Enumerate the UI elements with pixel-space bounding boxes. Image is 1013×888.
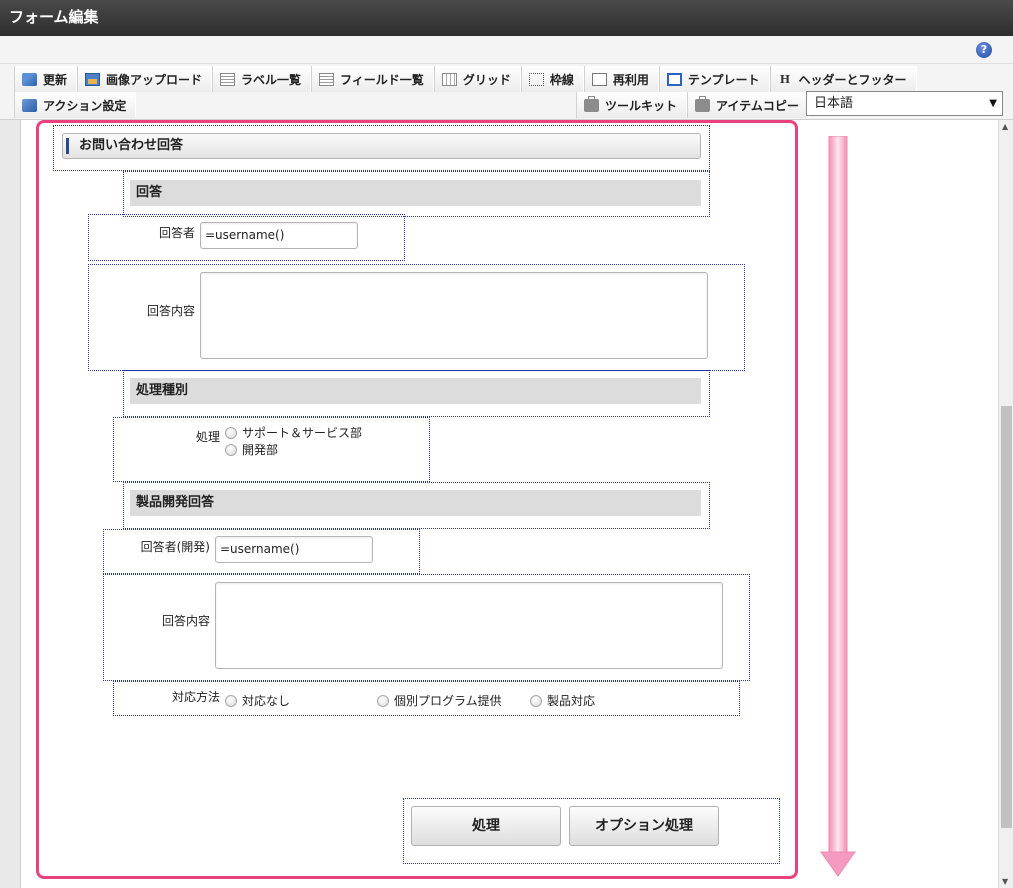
reuse-icon: [591, 72, 607, 86]
label-list-button[interactable]: ラベル一覧: [212, 66, 312, 92]
toolbar-row-2: アクション設定: [14, 92, 137, 118]
header-footer-icon: H: [779, 72, 791, 86]
scroll-up-icon[interactable]: ▲: [1002, 122, 1008, 131]
vertical-scrollbar[interactable]: ▲ ▼: [998, 120, 1013, 888]
toolbar: 更新 画像アップロード ラベル一覧 フィールド一覧 グリッド 枠線 再利用 テン…: [0, 64, 1013, 120]
label-list-icon: [220, 72, 236, 86]
update-button[interactable]: 更新: [14, 66, 78, 92]
help-icon[interactable]: ?: [976, 42, 992, 58]
header-footer-button[interactable]: H ヘッダーとフッター: [769, 66, 917, 92]
toolbar-row-1: 更新 画像アップロード ラベル一覧 フィールド一覧 グリッド 枠線 再利用 テン…: [14, 66, 917, 92]
template-button[interactable]: テンプレート: [658, 66, 770, 92]
down-arrow-icon: [820, 136, 856, 877]
item-copy-button[interactable]: アイテムコピー: [687, 92, 809, 118]
update-icon: [22, 72, 37, 86]
reuse-button[interactable]: 再利用: [583, 66, 659, 92]
image-upload-icon: [85, 72, 101, 86]
field-list-icon: [319, 72, 335, 86]
border-button[interactable]: 枠線: [520, 66, 584, 92]
toolkit-icon: [584, 95, 599, 112]
help-bar: ?: [0, 36, 1013, 64]
image-upload-button[interactable]: 画像アップロード: [77, 66, 213, 92]
action-settings-button[interactable]: アクション設定: [14, 92, 137, 118]
template-icon: [666, 72, 682, 86]
grid-button[interactable]: グリッド: [433, 66, 521, 92]
toolkit-button[interactable]: ツールキット: [576, 92, 688, 118]
action-settings-icon: [22, 98, 37, 112]
language-select[interactable]: 日本語 ▼: [806, 91, 1003, 116]
scroll-down-icon[interactable]: ▼: [1002, 877, 1008, 886]
window-title: フォーム編集: [0, 0, 1013, 36]
highlight-frame: [36, 120, 798, 879]
item-copy-icon: [695, 95, 711, 112]
border-icon: [528, 72, 544, 86]
field-list-button[interactable]: フィールド一覧: [311, 66, 434, 92]
toolbar-right-group: ツールキット アイテムコピー: [576, 92, 809, 118]
chevron-down-icon: ▼: [989, 98, 997, 109]
grid-icon: [441, 72, 457, 86]
scrollbar-thumb[interactable]: [1001, 406, 1012, 828]
